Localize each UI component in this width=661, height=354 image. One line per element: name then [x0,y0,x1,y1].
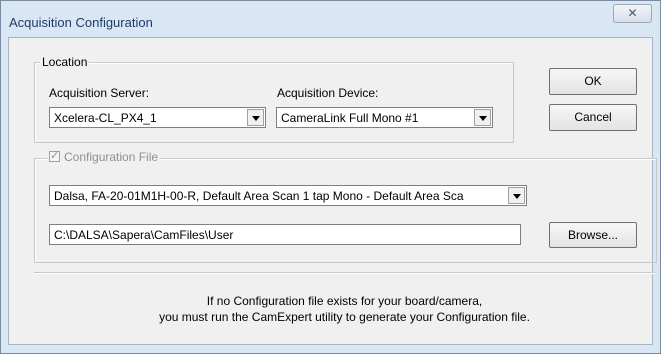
info-panel: If no Configuration file exists for your… [34,272,655,347]
chevron-down-icon[interactable] [247,109,264,126]
acquisition-device-value: CameraLink Full Mono #1 [281,111,419,125]
window-title: Acquisition Configuration [9,15,153,30]
acquisition-device-select[interactable]: CameraLink Full Mono #1 [276,107,493,128]
chevron-down-icon[interactable] [474,109,491,126]
ok-button[interactable]: OK [549,68,637,95]
close-icon: ✕ [627,6,638,20]
configuration-path-value: C:\DALSA\Sapera\CamFiles\User [54,228,234,242]
dialog-window: Acquisition Configuration ✕ Location Acq… [0,0,661,354]
dialog-client-area: Location Acquisition Server: Xcelera-CL_… [8,37,657,347]
info-line-2: you must run the CamExpert utility to ge… [159,310,530,324]
acquisition-device-label: Acquisition Device: [277,86,379,100]
configuration-file-value: Dalsa, FA-20-01M1H-00-R, Default Area Sc… [54,189,464,203]
location-legend: Location [40,55,90,69]
title-bar[interactable]: Acquisition Configuration ✕ [1,1,660,37]
acquisition-server-value: Xcelera-CL_PX4_1 [54,111,157,125]
configuration-file-legend: Configuration File [47,149,161,164]
configuration-file-checkbox[interactable] [49,149,60,162]
info-line-1: If no Configuration file exists for your… [206,294,483,308]
cancel-button[interactable]: Cancel [549,104,637,131]
configuration-path-input[interactable]: C:\DALSA\Sapera\CamFiles\User [49,224,521,245]
location-group [34,62,514,143]
chevron-down-icon[interactable] [508,187,525,204]
acquisition-server-label: Acquisition Server: [49,86,150,100]
configuration-file-label: Configuration File [64,150,159,164]
acquisition-server-select[interactable]: Xcelera-CL_PX4_1 [49,107,266,128]
configuration-file-select[interactable]: Dalsa, FA-20-01M1H-00-R, Default Area Sc… [49,185,527,206]
browse-button[interactable]: Browse... [549,222,637,248]
close-button[interactable]: ✕ [613,4,652,23]
